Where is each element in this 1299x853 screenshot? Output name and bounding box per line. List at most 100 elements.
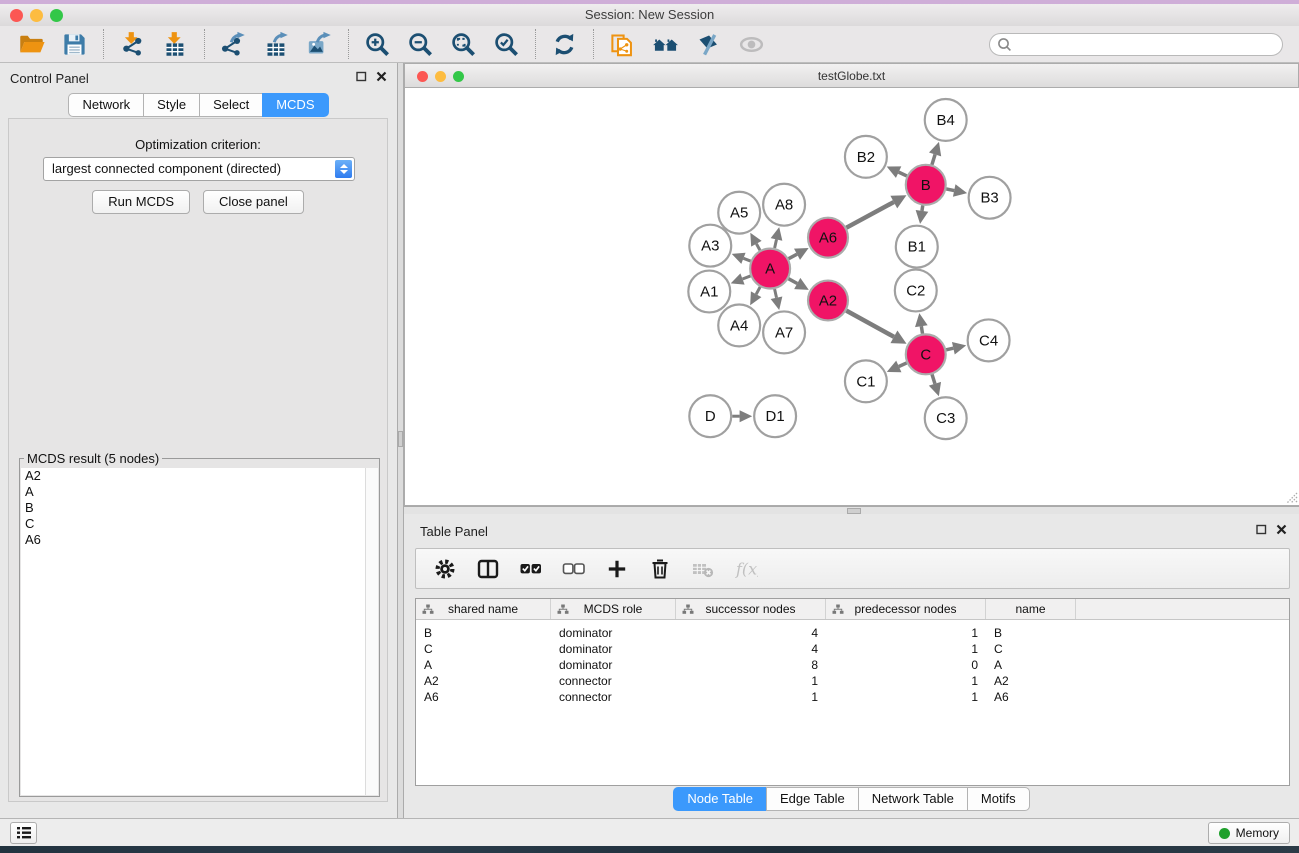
graph-node-B4[interactable]: B4 xyxy=(925,99,967,141)
mcds-result-item[interactable]: C xyxy=(21,516,378,532)
mcds-result-list[interactable]: A2ABCA6 xyxy=(21,468,378,795)
graph-node-B3[interactable]: B3 xyxy=(969,177,1011,219)
export-table-button[interactable] xyxy=(255,28,298,60)
node-table-cell[interactable]: connector xyxy=(551,673,676,689)
graph-edge-A-A3[interactable] xyxy=(743,258,750,261)
graph-node-A2[interactable]: A2 xyxy=(808,281,848,321)
search-input[interactable] xyxy=(1011,37,1275,51)
graph-edge-A-A6[interactable] xyxy=(789,254,797,258)
columns-button[interactable] xyxy=(476,557,500,581)
criterion-dropdown[interactable]: largest connected component (directed) xyxy=(43,157,355,181)
horizontal-split-divider[interactable] xyxy=(404,506,1299,514)
vertical-split-divider[interactable] xyxy=(397,63,404,818)
task-history-button[interactable] xyxy=(10,822,37,844)
node-table-row[interactable]: Cdominator41C xyxy=(416,641,1289,657)
node-table-cell[interactable]: dominator xyxy=(551,625,676,641)
network-window-titlebar[interactable]: testGlobe.txt xyxy=(404,63,1299,88)
zoom-in-button[interactable] xyxy=(356,28,399,60)
export-image-button[interactable] xyxy=(298,28,341,60)
add-row-button[interactable] xyxy=(605,557,629,581)
graph-edge-B-B1[interactable] xyxy=(922,206,923,211)
tab-style[interactable]: Style xyxy=(143,93,200,117)
close-panel-button[interactable]: Close panel xyxy=(203,190,304,214)
graph-edge-A-A7[interactable] xyxy=(775,289,777,298)
gear-button[interactable] xyxy=(433,557,457,581)
mcds-result-item[interactable]: A xyxy=(21,484,378,500)
graph-node-D[interactable]: D xyxy=(689,395,731,437)
node-table-row[interactable]: A6connector11A6 xyxy=(416,689,1289,705)
node-table-cell[interactable]: B xyxy=(986,625,1076,641)
graph-edge-B-B3[interactable] xyxy=(946,189,954,191)
graph-node-C[interactable]: C xyxy=(906,334,946,374)
graph-edge-A-A5[interactable] xyxy=(756,244,760,250)
node-table-cell[interactable]: 1 xyxy=(676,673,826,689)
tab-mcds[interactable]: MCDS xyxy=(262,93,328,117)
graph-edge-C-C2[interactable] xyxy=(921,326,922,333)
graph-node-C3[interactable]: C3 xyxy=(925,397,967,439)
column-header-shared-name[interactable]: shared name xyxy=(416,599,551,619)
graph-edge-A-A1[interactable] xyxy=(743,276,751,279)
node-table-cell[interactable]: connector xyxy=(551,689,676,705)
node-table-cell[interactable]: 1 xyxy=(826,641,986,657)
node-table-cell[interactable]: A xyxy=(986,657,1076,673)
tab-network-table[interactable]: Network Table xyxy=(858,787,968,811)
zoom-fit-button[interactable] xyxy=(442,28,485,60)
divider-grip[interactable] xyxy=(398,431,403,447)
new-network-from-selection-button[interactable] xyxy=(601,28,644,60)
zoom-selected-button[interactable] xyxy=(485,28,528,60)
mcds-result-item[interactable]: B xyxy=(21,500,378,516)
import-network-button[interactable] xyxy=(111,28,154,60)
save-session-button[interactable] xyxy=(53,28,96,60)
column-header-successor-nodes[interactable]: successor nodes xyxy=(676,599,826,619)
hide-labels-button[interactable] xyxy=(687,28,730,60)
mcds-list-scrollbar[interactable] xyxy=(365,468,378,795)
node-table-cell[interactable]: C xyxy=(416,641,551,657)
network-canvas[interactable]: B4B2BB3A8A5A6A3B1AA1C2A2A4A7C4CC1C3DD1 xyxy=(404,88,1299,506)
graph-edge-C-C1[interactable] xyxy=(899,363,907,367)
node-table-row[interactable]: Bdominator41B xyxy=(416,625,1289,641)
column-header-name[interactable]: name xyxy=(986,599,1076,619)
home-button[interactable] xyxy=(644,28,687,60)
graph-edge-B-B2[interactable] xyxy=(899,172,907,176)
node-table-cell[interactable]: A6 xyxy=(986,689,1076,705)
node-table-cell[interactable]: A xyxy=(416,657,551,673)
memory-button[interactable]: Memory xyxy=(1208,822,1290,844)
float-panel-icon[interactable] xyxy=(356,71,367,82)
node-table-row[interactable]: A2connector11A2 xyxy=(416,673,1289,689)
graph-node-A1[interactable]: A1 xyxy=(688,271,730,313)
graph-node-A4[interactable]: A4 xyxy=(718,304,760,346)
graph-node-A8[interactable]: A8 xyxy=(763,184,805,226)
tab-network[interactable]: Network xyxy=(68,93,144,117)
refresh-layout-button[interactable] xyxy=(543,28,586,60)
node-table-cell[interactable]: dominator xyxy=(551,657,676,673)
tab-select[interactable]: Select xyxy=(199,93,263,117)
graph-node-C1[interactable]: C1 xyxy=(845,360,887,402)
tab-edge-table[interactable]: Edge Table xyxy=(766,787,859,811)
graph-edge-A2-C[interactable] xyxy=(846,311,894,337)
node-table-cell[interactable]: 4 xyxy=(676,641,826,657)
zoom-out-button[interactable] xyxy=(399,28,442,60)
export-network-button[interactable] xyxy=(212,28,255,60)
close-panel-icon[interactable] xyxy=(1276,524,1287,535)
node-table-cell[interactable]: 4 xyxy=(676,625,826,641)
graph-edge-A-A8[interactable] xyxy=(775,239,777,248)
graph-edge-C-C4[interactable] xyxy=(946,348,953,350)
column-header-mcds-role[interactable]: MCDS role xyxy=(551,599,676,619)
node-table-row[interactable]: Adominator80A xyxy=(416,657,1289,673)
graph-node-C4[interactable]: C4 xyxy=(968,319,1010,361)
deselect-all-button[interactable] xyxy=(562,557,586,581)
tab-motifs[interactable]: Motifs xyxy=(967,787,1030,811)
run-mcds-button[interactable]: Run MCDS xyxy=(92,190,190,214)
graph-node-A3[interactable]: A3 xyxy=(689,225,731,267)
graph-node-D1[interactable]: D1 xyxy=(754,395,796,437)
delete-row-button[interactable] xyxy=(648,557,672,581)
select-all-button[interactable] xyxy=(519,557,543,581)
graph-edge-A-A2[interactable] xyxy=(788,279,797,284)
graph-edge-C-C3[interactable] xyxy=(932,374,935,383)
tab-node-table[interactable]: Node Table xyxy=(673,787,767,811)
node-table-cell[interactable]: A2 xyxy=(986,673,1076,689)
graph-edge-A-A4[interactable] xyxy=(756,287,760,294)
graph-node-A7[interactable]: A7 xyxy=(763,311,805,353)
node-table-cell[interactable]: dominator xyxy=(551,641,676,657)
mcds-result-item[interactable]: A6 xyxy=(21,532,378,548)
